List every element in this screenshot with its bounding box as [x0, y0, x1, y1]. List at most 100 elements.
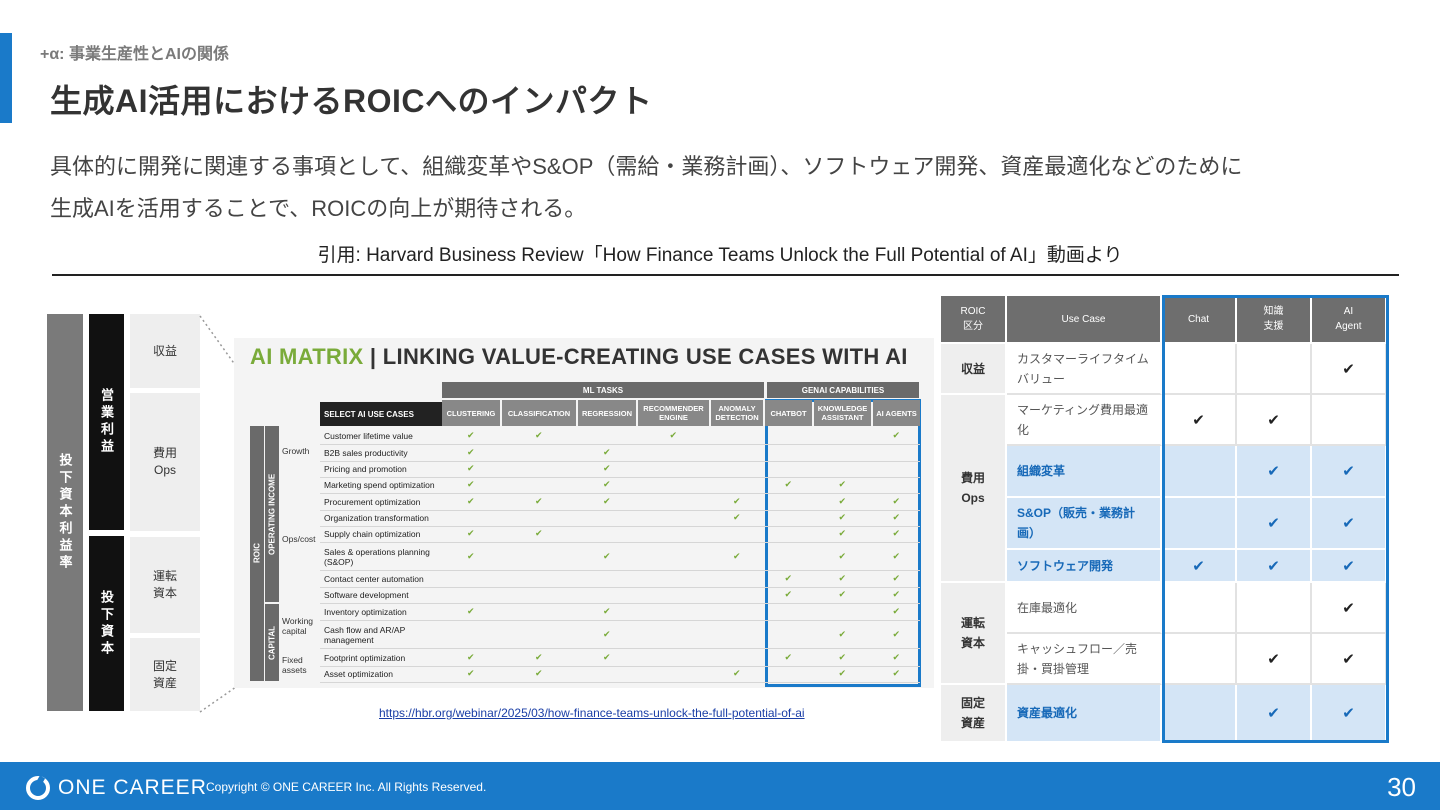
- matrix-band-ml: ML TASKS: [442, 382, 764, 398]
- matrix-side-opinc: OPERATING INCOME: [265, 426, 279, 602]
- tree-fixed-assets-label: 固定 資産: [153, 658, 177, 692]
- tree-working-capital-line-2: 資本: [152, 586, 177, 600]
- matrix-row-label: Organization transformation: [324, 513, 429, 523]
- matrix-check-icon: ✔: [892, 496, 901, 506]
- usecase-cell: S&OP（販売・業務計 画）: [1007, 498, 1162, 550]
- matrix-genai-highlight: [765, 399, 921, 687]
- cat-working-capital: 運転 資本: [941, 583, 1007, 685]
- tree-operating-profit-label: 営業利益: [99, 388, 114, 456]
- matrix-col-head: CLUSTERING: [442, 400, 500, 426]
- matrix-check-icon: ✔: [784, 573, 793, 583]
- citation: 引用: Harvard Business Review「How Finance …: [317, 245, 1123, 266]
- matrix-check-icon: ✔: [838, 496, 847, 506]
- matrix-check-icon: ✔: [467, 447, 475, 457]
- matrix-check-icon: ✔: [603, 628, 611, 639]
- matrix-select-head: SELECT AI USE CASES: [320, 402, 442, 426]
- matrix-row-label: Customer lifetime value: [324, 431, 413, 441]
- usecase-label: 組織変革: [1017, 461, 1065, 481]
- cat-cost-label-line-1: 費用: [960, 471, 985, 485]
- table-genai-highlight: [1162, 295, 1389, 743]
- matrix-check-icon: ✔: [892, 528, 901, 538]
- page-number: 30: [1387, 772, 1416, 802]
- matrix-check-icon: ✔: [535, 668, 543, 678]
- body-line-2: 生成AIを活用することで、ROICの向上が期待される。: [50, 196, 587, 221]
- matrix-row-divider: [320, 648, 920, 649]
- usecase-label-line-1: ソフトウェア開発: [1017, 558, 1114, 573]
- tree-working-capital: 運転 資本: [130, 537, 200, 633]
- matrix-col-head: CHATBOT: [765, 400, 812, 426]
- matrix-check-icon: ✔: [838, 628, 847, 639]
- matrix-check-icon: ✔: [467, 528, 475, 538]
- th-roic-label: ROIC 区分: [961, 304, 986, 334]
- tree-revenue: 収益: [130, 314, 200, 388]
- cat-fixed-assets-label-line-1: 固定: [960, 696, 985, 710]
- matrix-check-icon: ✔: [892, 430, 901, 440]
- matrix-row-label: Marketing spend optimization: [324, 480, 435, 490]
- matrix-row-label: Asset optimization: [324, 669, 393, 679]
- cat-fixed-assets-label: 固定 資産: [961, 693, 985, 733]
- matrix-title: AI MATRIX | LINKING VALUE-CREATING USE C…: [250, 344, 908, 370]
- th-usecase: Use Case: [1007, 296, 1162, 344]
- matrix-row-label: Software development: [324, 590, 409, 600]
- matrix-row-label: Footprint optimization: [324, 653, 406, 663]
- accent-bar: [0, 33, 12, 123]
- matrix-check-icon: ✔: [838, 589, 847, 599]
- tree-fixed-assets-line-1: 固定: [152, 658, 177, 673]
- usecase-cell: ソフトウェア開発: [1007, 550, 1162, 583]
- cat-revenue-label-line-1: 収益: [960, 361, 985, 376]
- usecase-label-line-1: キャッシュフロー／売: [1017, 641, 1138, 656]
- cat-cost-label: 費用 Ops: [961, 468, 985, 508]
- matrix-group-working: Working capital: [282, 616, 314, 636]
- matrix-row-label: Supply chain optimization: [324, 529, 421, 539]
- usecase-label-line-2: 画）: [1017, 526, 1042, 540]
- matrix-group-growth: Growth: [282, 445, 310, 456]
- usecase-label-line-1: 資産最適化: [1017, 706, 1078, 720]
- usecase-cell: 資産最適化: [1007, 685, 1162, 743]
- usecase-cell: マーケティング費用最適化: [1007, 395, 1162, 446]
- matrix-check-icon: ✔: [838, 573, 847, 583]
- usecase-cell: カスタマーライフタイム バリュー: [1007, 344, 1162, 395]
- footer-logo-text: ONE CAREER: [58, 776, 207, 799]
- tree-revenue-label: 収益: [152, 343, 177, 358]
- matrix-check-icon: ✔: [603, 447, 611, 457]
- matrix-check-icon: ✔: [535, 430, 543, 440]
- matrix-row-divider: [320, 682, 920, 683]
- matrix-check-icon: ✔: [892, 589, 901, 599]
- matrix-check-icon: ✔: [467, 430, 475, 440]
- cat-working-capital-label-line-1: 運転: [960, 616, 985, 630]
- matrix-row-label: Inventory optimization: [324, 607, 407, 617]
- matrix-check-icon: ✔: [892, 512, 901, 522]
- matrix-check-icon: ✔: [838, 652, 847, 662]
- matrix-check-icon: ✔: [535, 528, 543, 538]
- tree-invested-capital-margin-label: 投下資本利益率: [57, 453, 73, 572]
- matrix-check-icon: ✔: [669, 430, 678, 440]
- matrix-check-icon: ✔: [838, 528, 847, 538]
- matrix-col-head: CLASSIFICATION: [502, 400, 576, 426]
- matrix-check-icon: ✔: [892, 668, 901, 678]
- matrix-col-head: REGRESSION: [578, 400, 636, 426]
- matrix-check-icon: ✔: [467, 606, 475, 616]
- tree-fixed-assets: 固定 資産: [130, 638, 200, 711]
- tree-working-capital-label: 運転 資本: [153, 568, 177, 602]
- usecase-label: 在庫最適化: [1017, 598, 1077, 618]
- usecase-label: キャッシュフロー／売 掛・買掛管理: [1017, 639, 1137, 679]
- cat-revenue-label: 収益: [961, 359, 985, 379]
- cat-working-capital-label: 運転 資本: [961, 613, 985, 653]
- source-link[interactable]: https://hbr.org/webinar/2025/03/how-fina…: [379, 706, 805, 720]
- tree-invested-capital: 投下資本: [89, 536, 124, 711]
- cat-fixed-assets: 固定 資産: [941, 685, 1007, 743]
- matrix-check-icon: ✔: [892, 628, 901, 639]
- matrix-side-capital: CAPITAL: [265, 604, 279, 681]
- usecase-label-line-1: カスタマーライフタイム: [1017, 351, 1149, 366]
- th-usecase-label-line-1: Use Case: [1061, 313, 1106, 325]
- matrix-check-icon: ✔: [467, 668, 475, 678]
- matrix-row-label: B2B sales productivity: [324, 448, 408, 458]
- matrix-col-head: AI AGENTS: [873, 400, 920, 426]
- matrix-check-icon: ✔: [733, 550, 741, 561]
- matrix-check-icon: ✔: [733, 668, 741, 678]
- tree-invested-capital-label: 投下資本: [99, 589, 114, 658]
- usecase-label-line-1: S&OP（販売・業務計: [1017, 506, 1136, 520]
- cat-fixed-assets-label-line-2: 資産: [960, 716, 985, 730]
- matrix-check-icon: ✔: [535, 652, 543, 662]
- matrix-check-icon: ✔: [892, 573, 901, 583]
